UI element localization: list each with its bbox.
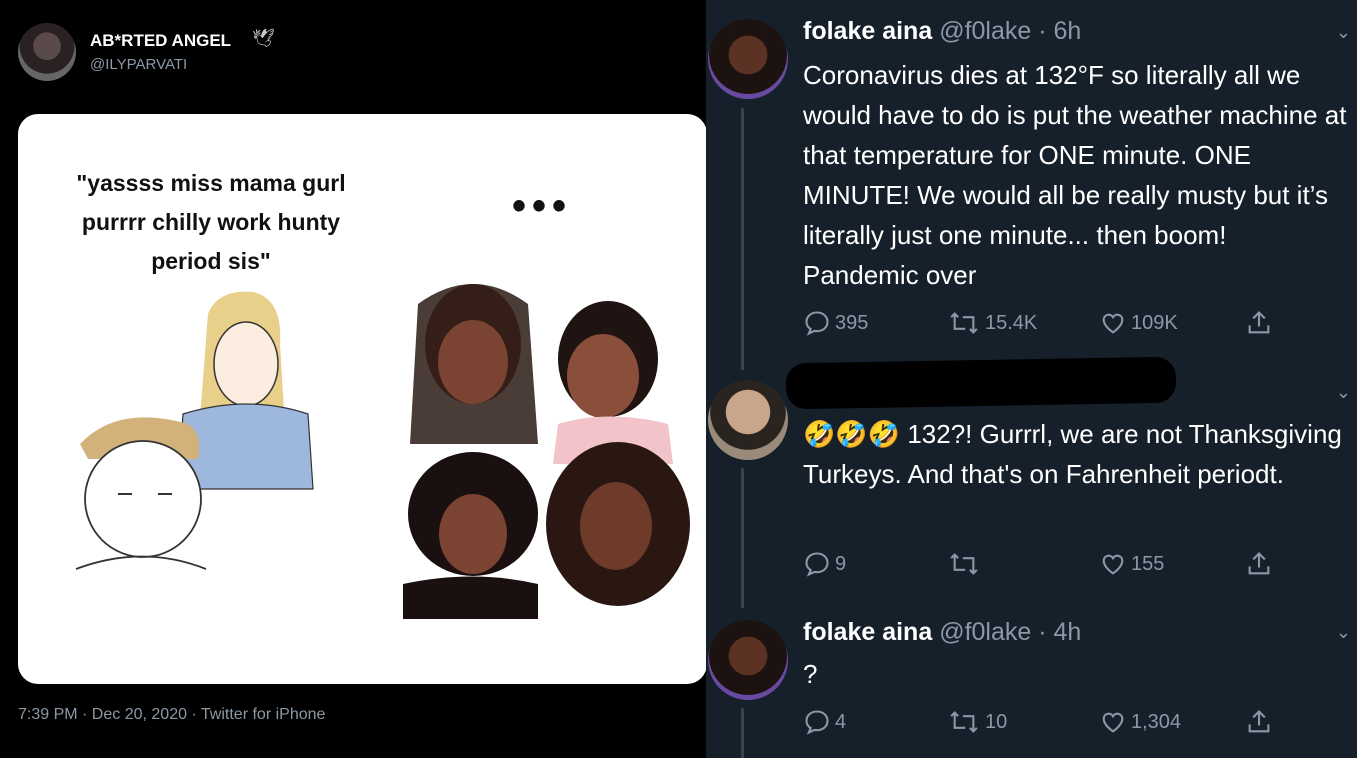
display-name: folake aina: [803, 618, 933, 646]
thread-line: [741, 108, 744, 370]
share-icon: [1248, 311, 1270, 334]
avatar[interactable]: [708, 19, 788, 99]
meme-illustration: [75, 284, 690, 619]
heart-icon: [1102, 313, 1124, 334]
share-icon: [1248, 552, 1270, 575]
tweet-2[interactable]: ⌄ 🤣🤣🤣 132?! Gurrrl, we are not Thanksgiv…: [706, 370, 1357, 610]
share-button[interactable]: [1245, 309, 1273, 337]
share-button[interactable]: [1245, 708, 1273, 736]
like-button[interactable]: 1,304: [1099, 708, 1181, 736]
thread-line: [741, 468, 744, 608]
reply-icon: [805, 311, 829, 336]
like-button[interactable]: 155: [1099, 550, 1164, 578]
reply-button[interactable]: 4: [803, 708, 846, 736]
chevron-down-icon[interactable]: ⌄: [1336, 22, 1351, 43]
retweet-count: 15.4K: [985, 311, 1038, 334]
share-icon: [1248, 710, 1270, 733]
retweet-icon: [950, 553, 978, 575]
like-count: 1,304: [1131, 710, 1182, 733]
retweet-icon: [950, 711, 978, 733]
like-button[interactable]: 109K: [1099, 309, 1178, 337]
retweet-icon: [950, 312, 978, 334]
heart-icon: [1102, 554, 1124, 575]
avatar[interactable]: [708, 620, 788, 700]
timestamp[interactable]: 7:39 PM · Dec 20, 2020 · Twitter for iPh…: [18, 706, 325, 724]
chevron-down-icon[interactable]: ⌄: [1336, 382, 1351, 403]
handle-and-time: @f0lake · 4h: [939, 618, 1082, 646]
left-tweet-panel: AB*RTED ANGEL 🕊 @ILYPARVATI "yassss miss…: [0, 0, 707, 758]
dove-icon: 🕊: [252, 28, 275, 48]
reply-icon: [805, 710, 829, 735]
tweet-actions: 9 155: [803, 550, 1283, 580]
display-name[interactable]: AB*RTED ANGEL: [90, 31, 231, 51]
handle-and-time: @f0lake · 6h: [939, 17, 1082, 45]
reply-icon: [805, 552, 829, 577]
avatar[interactable]: [708, 380, 788, 460]
reply-count: 4: [835, 710, 847, 733]
share-button[interactable]: [1245, 550, 1273, 578]
like-count: 155: [1131, 552, 1165, 575]
tweet-actions: 4 10 1,304: [803, 708, 1283, 738]
reply-button[interactable]: 9: [803, 550, 846, 578]
reply-button[interactable]: 395: [803, 309, 868, 337]
right-thread-panel: folake aina @f0lake · 6h ⌄ Coronavirus d…: [706, 0, 1357, 758]
tweet-text: Coronavirus dies at 132°F so literally a…: [803, 60, 1347, 290]
meme-image[interactable]: "yassss miss mama gurl purrrr chilly wor…: [18, 114, 707, 684]
avatar[interactable]: [18, 23, 76, 81]
tweet-3[interactable]: folake aina @f0lake · 4h ⌄ ? 4 10 1,304: [706, 610, 1357, 758]
tweet-author[interactable]: folake aina @f0lake · 6h: [803, 17, 1081, 46]
tweet-actions: 395 15.4K 109K: [803, 309, 1283, 339]
chevron-down-icon[interactable]: ⌄: [1336, 622, 1351, 643]
retweet-button[interactable]: [947, 550, 985, 578]
retweet-button[interactable]: 10: [947, 708, 1007, 736]
retweet-button[interactable]: 15.4K: [947, 309, 1037, 337]
reply-count: 395: [835, 311, 869, 334]
thread-line: [741, 708, 744, 758]
reply-count: 9: [835, 552, 847, 575]
display-name: folake aina: [803, 17, 933, 45]
heart-icon: [1102, 712, 1124, 733]
tweet-1[interactable]: folake aina @f0lake · 6h ⌄ Coronavirus d…: [706, 0, 1357, 370]
handle[interactable]: @ILYPARVATI: [90, 56, 187, 73]
tweet-author[interactable]: folake aina @f0lake · 4h: [803, 618, 1081, 647]
retweet-count: 10: [985, 710, 1008, 733]
like-count: 109K: [1131, 311, 1178, 334]
tweet-text: 🤣🤣🤣 132?! Gurrrl, we are not Thanksgivin…: [803, 419, 1342, 489]
tweet-text: ?: [803, 659, 818, 689]
